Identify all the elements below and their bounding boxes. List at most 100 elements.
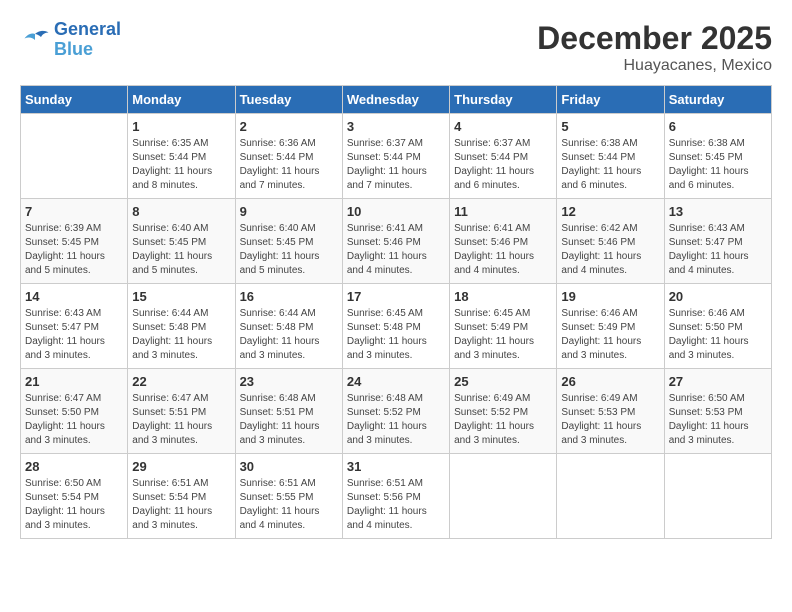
calendar-cell: 30Sunrise: 6:51 AMSunset: 5:55 PMDayligh… — [235, 454, 342, 539]
calendar-cell: 7Sunrise: 6:39 AMSunset: 5:45 PMDaylight… — [21, 199, 128, 284]
calendar-cell: 26Sunrise: 6:49 AMSunset: 5:53 PMDayligh… — [557, 369, 664, 454]
calendar-cell: 11 Sunrise: 6:41 AMSunset: 5:46 PMDayligh… — [450, 199, 557, 284]
day-number: 16 — [240, 289, 338, 304]
day-info: Sunrise: 6:40 AMSunset: 5:45 PMDaylight:… — [240, 222, 338, 278]
calendar-cell: 22 Sunrise: 6:47 AMSunset: 5:51 PMDayligh… — [128, 369, 235, 454]
day-number: 25 — [454, 374, 552, 389]
calendar-cell — [450, 454, 557, 539]
calendar-cell: 28 Sunrise: 6:50 AMSunset: 5:54 PMDayligh… — [21, 454, 128, 539]
day-info: Sunrise: 6:41 AMSunset: 5:46 PMDaylight:… — [454, 222, 552, 278]
calendar-cell: 29 Sunrise: 6:51 AMSunset: 5:54 PMDayligh… — [128, 454, 235, 539]
day-info: Sunrise: 6:47 AMSunset: 5:50 PMDaylight:… — [25, 392, 123, 448]
title-block: December 2025 Huayacanes, Mexico — [537, 20, 772, 75]
calendar-cell — [21, 114, 128, 199]
day-number: 1 — [132, 119, 230, 134]
day-info: Sunrise: 6:41 AMSunset: 5:46 PMDaylight:… — [347, 222, 445, 278]
day-number: 6 — [669, 119, 767, 134]
calendar-cell: 15 Sunrise: 6:44 AMSunset: 5:48 PMDayligh… — [128, 284, 235, 369]
day-info: Sunrise: 6:35 AMSunset: 5:44 PMDaylight:… — [132, 137, 230, 193]
day-number: 24 — [347, 374, 445, 389]
calendar-table: SundayMondayTuesdayWednesdayThursdayFrid… — [20, 85, 772, 539]
day-number: 28 — [25, 459, 123, 474]
day-number: 31 — [347, 459, 445, 474]
calendar-cell: 4Sunrise: 6:37 AMSunset: 5:44 PMDaylight… — [450, 114, 557, 199]
calendar-cell: 14 Sunrise: 6:43 AMSunset: 5:47 PMDayligh… — [21, 284, 128, 369]
day-info: Sunrise: 6:50 AMSunset: 5:53 PMDaylight:… — [669, 392, 767, 448]
calendar-cell: 17 Sunrise: 6:45 AMSunset: 5:48 PMDayligh… — [342, 284, 449, 369]
day-number: 13 — [669, 204, 767, 219]
day-number: 20 — [669, 289, 767, 304]
day-info: Sunrise: 6:44 AMSunset: 5:48 PMDaylight:… — [132, 307, 230, 363]
week-row-2: 14 Sunrise: 6:43 AMSunset: 5:47 PMDayligh… — [21, 284, 772, 369]
calendar-cell: 20 Sunrise: 6:46 AMSunset: 5:50 PMDayligh… — [664, 284, 771, 369]
calendar-cell: 6 Sunrise: 6:38 AMSunset: 5:45 PMDaylight… — [664, 114, 771, 199]
calendar-cell: 31 Sunrise: 6:51 AMSunset: 5:56 PMDayligh… — [342, 454, 449, 539]
day-info: Sunrise: 6:37 AMSunset: 5:44 PMDaylight:… — [347, 137, 445, 193]
calendar-cell: 9 Sunrise: 6:40 AMSunset: 5:45 PMDaylight… — [235, 199, 342, 284]
day-number: 15 — [132, 289, 230, 304]
week-row-4: 28 Sunrise: 6:50 AMSunset: 5:54 PMDayligh… — [21, 454, 772, 539]
day-number: 21 — [25, 374, 123, 389]
day-info: Sunrise: 6:40 AMSunset: 5:45 PMDaylight:… — [132, 222, 230, 278]
day-info: Sunrise: 6:38 AMSunset: 5:44 PMDaylight:… — [561, 137, 659, 193]
day-info: Sunrise: 6:43 AMSunset: 5:47 PMDaylight:… — [669, 222, 767, 278]
calendar-cell: 3 Sunrise: 6:37 AMSunset: 5:44 PMDaylight… — [342, 114, 449, 199]
day-number: 10 — [347, 204, 445, 219]
day-info: Sunrise: 6:50 AMSunset: 5:54 PMDaylight:… — [25, 477, 123, 533]
day-info: Sunrise: 6:42 AMSunset: 5:46 PMDaylight:… — [561, 222, 659, 278]
calendar-cell: 25 Sunrise: 6:49 AMSunset: 5:52 PMDayligh… — [450, 369, 557, 454]
day-number: 3 — [347, 119, 445, 134]
calendar-cell: 24 Sunrise: 6:48 AMSunset: 5:52 PMDayligh… — [342, 369, 449, 454]
day-info: Sunrise: 6:51 AMSunset: 5:56 PMDaylight:… — [347, 477, 445, 533]
calendar-cell: 16Sunrise: 6:44 AMSunset: 5:48 PMDayligh… — [235, 284, 342, 369]
day-number: 2 — [240, 119, 338, 134]
day-info: Sunrise: 6:49 AMSunset: 5:53 PMDaylight:… — [561, 392, 659, 448]
calendar-cell: 27Sunrise: 6:50 AMSunset: 5:53 PMDayligh… — [664, 369, 771, 454]
calendar-cell: 8 Sunrise: 6:40 AMSunset: 5:45 PMDaylight… — [128, 199, 235, 284]
day-info: Sunrise: 6:38 AMSunset: 5:45 PMDaylight:… — [669, 137, 767, 193]
day-number: 29 — [132, 459, 230, 474]
calendar-cell: 13 Sunrise: 6:43 AMSunset: 5:47 PMDayligh… — [664, 199, 771, 284]
day-info: Sunrise: 6:49 AMSunset: 5:52 PMDaylight:… — [454, 392, 552, 448]
logo-icon — [20, 28, 50, 52]
day-info: Sunrise: 6:36 AMSunset: 5:44 PMDaylight:… — [240, 137, 338, 193]
calendar-cell — [557, 454, 664, 539]
day-info: Sunrise: 6:45 AMSunset: 5:48 PMDaylight:… — [347, 307, 445, 363]
location: Huayacanes, Mexico — [537, 57, 772, 75]
day-info: Sunrise: 6:46 AMSunset: 5:50 PMDaylight:… — [669, 307, 767, 363]
day-info: Sunrise: 6:48 AMSunset: 5:52 PMDaylight:… — [347, 392, 445, 448]
weekday-header-tuesday: Tuesday — [235, 86, 342, 114]
day-number: 19 — [561, 289, 659, 304]
day-info: Sunrise: 6:51 AMSunset: 5:55 PMDaylight:… — [240, 477, 338, 533]
day-number: 18 — [454, 289, 552, 304]
day-info: Sunrise: 6:47 AMSunset: 5:51 PMDaylight:… — [132, 392, 230, 448]
weekday-header-sunday: Sunday — [21, 86, 128, 114]
day-info: Sunrise: 6:51 AMSunset: 5:54 PMDaylight:… — [132, 477, 230, 533]
page-header: General Blue December 2025 Huayacanes, M… — [20, 20, 772, 75]
day-number: 14 — [25, 289, 123, 304]
logo: General Blue — [20, 20, 121, 60]
calendar-cell — [664, 454, 771, 539]
calendar-cell: 23Sunrise: 6:48 AMSunset: 5:51 PMDayligh… — [235, 369, 342, 454]
day-number: 7 — [25, 204, 123, 219]
weekday-header-saturday: Saturday — [664, 86, 771, 114]
weekday-header-friday: Friday — [557, 86, 664, 114]
calendar-cell: 19Sunrise: 6:46 AMSunset: 5:49 PMDayligh… — [557, 284, 664, 369]
week-row-1: 7Sunrise: 6:39 AMSunset: 5:45 PMDaylight… — [21, 199, 772, 284]
day-number: 4 — [454, 119, 552, 134]
logo-text: General Blue — [54, 20, 121, 60]
day-info: Sunrise: 6:43 AMSunset: 5:47 PMDaylight:… — [25, 307, 123, 363]
week-row-0: 1 Sunrise: 6:35 AMSunset: 5:44 PMDaylight… — [21, 114, 772, 199]
calendar-cell: 5 Sunrise: 6:38 AMSunset: 5:44 PMDaylight… — [557, 114, 664, 199]
day-number: 5 — [561, 119, 659, 134]
day-number: 23 — [240, 374, 338, 389]
day-number: 17 — [347, 289, 445, 304]
weekday-header-row: SundayMondayTuesdayWednesdayThursdayFrid… — [21, 86, 772, 114]
calendar-cell: 10 Sunrise: 6:41 AMSunset: 5:46 PMDayligh… — [342, 199, 449, 284]
day-number: 8 — [132, 204, 230, 219]
day-number: 9 — [240, 204, 338, 219]
week-row-3: 21 Sunrise: 6:47 AMSunset: 5:50 PMDayligh… — [21, 369, 772, 454]
day-number: 11 — [454, 204, 552, 219]
weekday-header-thursday: Thursday — [450, 86, 557, 114]
day-number: 22 — [132, 374, 230, 389]
